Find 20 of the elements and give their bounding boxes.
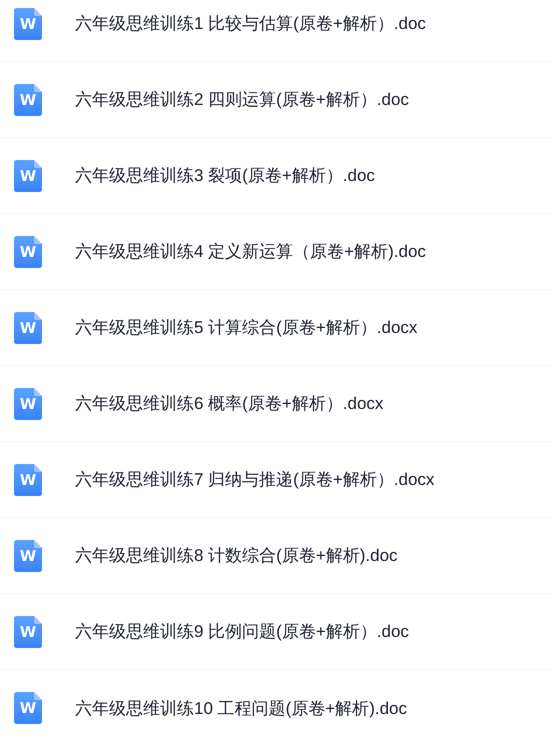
- file-name[interactable]: 六年级思维训练2 四则运算(原卷+解析）.doc: [75, 88, 409, 111]
- file-name[interactable]: 六年级思维训练10 工程问题(原卷+解析).doc: [75, 696, 408, 720]
- word-file-icon: W: [14, 312, 42, 344]
- file-name[interactable]: 六年级思维训练3 裂项(原卷+解析）.doc: [75, 164, 375, 187]
- word-file-icon: W: [14, 692, 42, 724]
- word-file-icon: W: [14, 540, 42, 572]
- word-file-icon: W: [14, 84, 42, 116]
- word-file-icon: W: [14, 160, 42, 192]
- file-name[interactable]: 六年级思维训练5 计算综合(原卷+解析）.docx: [75, 316, 418, 339]
- word-file-icon: W: [14, 464, 42, 496]
- word-file-icon: W: [14, 388, 42, 420]
- word-file-icon: W: [14, 236, 42, 268]
- file-name[interactable]: 六年级思维训练6 概率(原卷+解析）.docx: [75, 392, 384, 415]
- file-name[interactable]: 六年级思维训练9 比例问题(原卷+解析）.doc: [75, 620, 409, 643]
- word-file-icon: W: [14, 8, 42, 40]
- word-file-icon: W: [14, 616, 42, 648]
- file-name[interactable]: 六年级思维训练7 归纳与推递(原卷+解析）.docx: [75, 468, 434, 491]
- file-name[interactable]: 六年级思维训练8 计数综合(原卷+解析).doc: [75, 544, 398, 567]
- file-name[interactable]: 六年级思维训练4 定义新运算（原卷+解析).doc: [75, 240, 426, 263]
- file-name[interactable]: 六年级思维训练1 比较与估算(原卷+解析）.doc: [75, 12, 426, 35]
